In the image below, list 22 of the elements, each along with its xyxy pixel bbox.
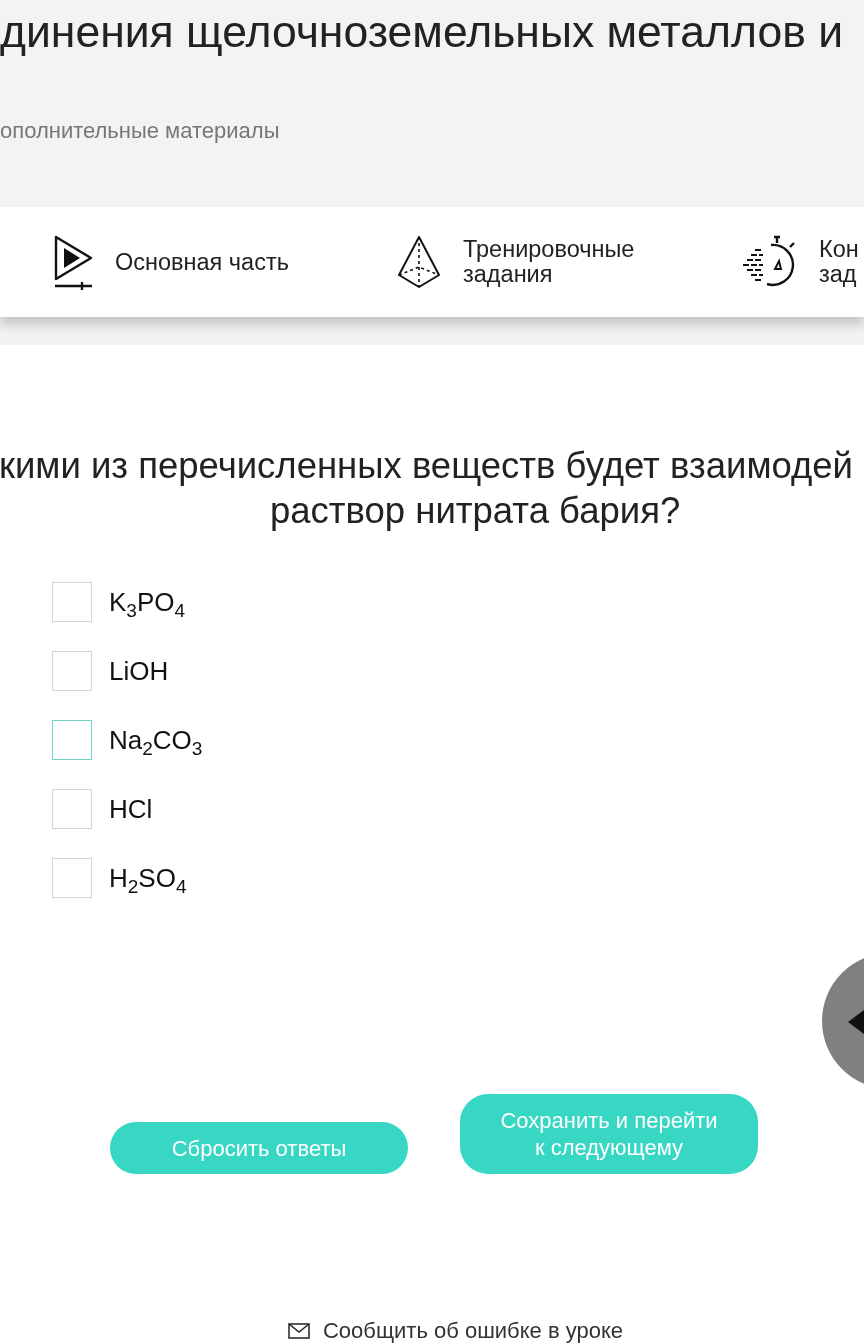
checkbox[interactable] [52, 651, 92, 691]
checkbox[interactable] [52, 858, 92, 898]
lesson-title: динения щелочноземельных металлов и [0, 6, 844, 58]
materials-link[interactable]: ополнительные материалы [0, 118, 280, 144]
play-icon [53, 234, 93, 290]
envelope-icon [287, 1323, 310, 1339]
checkbox[interactable] [52, 720, 92, 760]
section-tab[interactable]: Основная часть [53, 234, 289, 290]
question-text: раствор нитрата бария? [270, 489, 681, 533]
caret-left-icon [848, 1010, 864, 1034]
report-error-link[interactable]: Сообщить об ошибке в уроке [322, 1318, 624, 1344]
option-label: LiOH [109, 655, 169, 687]
option-label: HCl [109, 793, 153, 825]
section-tab[interactable]: Кон зад [741, 235, 859, 290]
section-tab[interactable]: Тренировочные задания [397, 235, 635, 290]
pyramid-icon [397, 235, 441, 290]
option-label: H$_{2}$SO$_{4}$ [109, 862, 187, 894]
option-label: K$_{3}$PO$_{4}$ [109, 586, 186, 618]
option-label: Na$_{2}$CO$_{3}$ [109, 724, 203, 756]
question-text: кими из перечисленных веществ будет взаимодей [0, 444, 853, 488]
checkbox[interactable] [52, 582, 92, 622]
checkbox[interactable] [52, 789, 92, 829]
